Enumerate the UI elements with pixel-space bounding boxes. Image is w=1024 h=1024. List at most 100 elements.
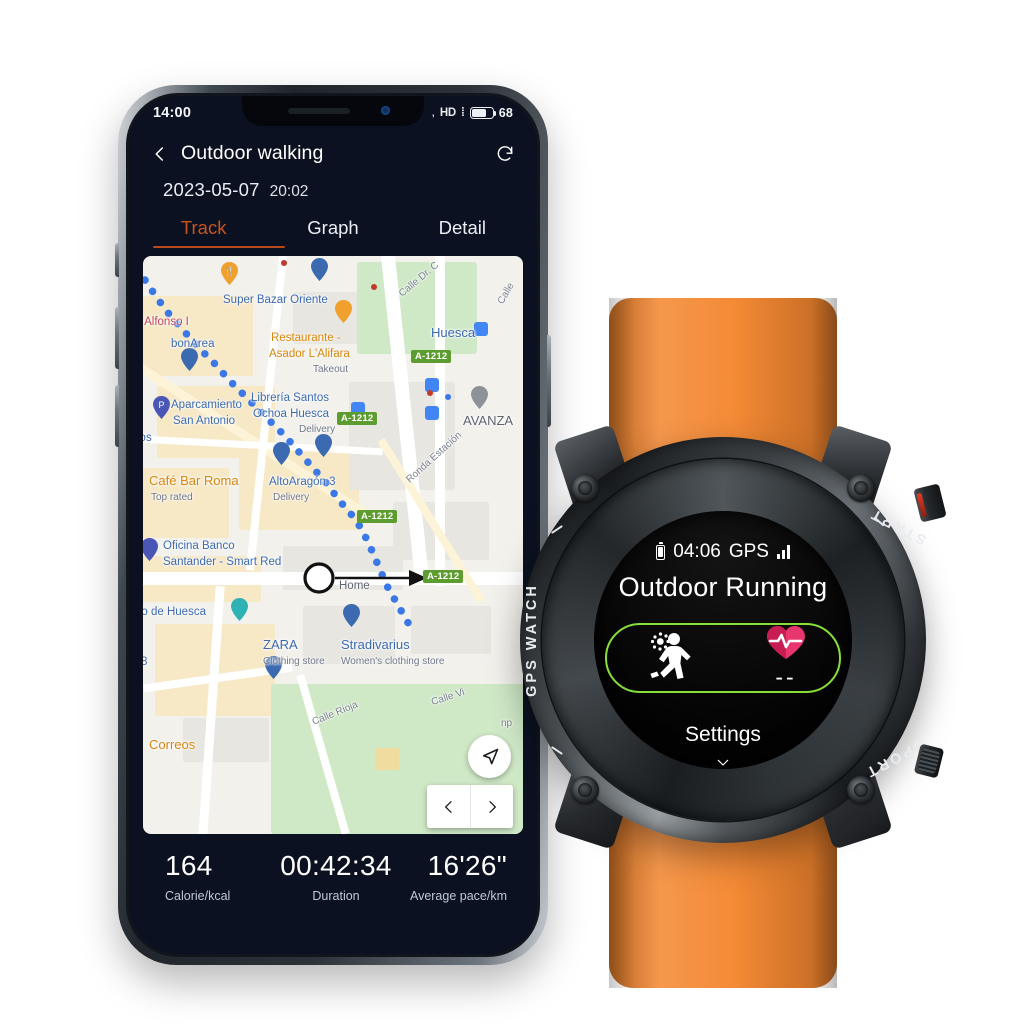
map-label: ZARA xyxy=(263,637,298,652)
watch-screen[interactable]: 04:06 GPS Outdoor Running -- Settings xyxy=(594,511,852,769)
map-road-shield: A-1212 xyxy=(423,570,464,583)
tab-graph[interactable]: Graph xyxy=(268,211,397,248)
map-label: Ochoa Huesca xyxy=(253,408,330,420)
signal-bars-icon: , xyxy=(431,107,435,119)
svg-text:🍴: 🍴 xyxy=(224,265,235,277)
tab-track[interactable]: Track xyxy=(139,211,268,248)
page-title: Outdoor walking xyxy=(181,142,324,164)
map-label: Café Bar Roma xyxy=(149,473,239,488)
map-label: no de Huesca xyxy=(143,606,206,618)
stat-duration: 00:42:34 Duration xyxy=(279,850,393,903)
session-date: 2023-05-07 xyxy=(163,179,260,200)
stat-value: 164 xyxy=(165,850,213,881)
status-time: 14:00 xyxy=(153,105,192,121)
map-pin-shop[interactable] xyxy=(343,604,360,627)
map-icon-train-station[interactable] xyxy=(474,322,488,336)
svg-text:P: P xyxy=(158,400,164,410)
phone-device: 14:00 , HD ⁞ 68 Outdoor walking 2023-05-… xyxy=(115,85,551,965)
tab-detail[interactable]: Detail xyxy=(398,211,527,248)
phone-volume-up-button[interactable] xyxy=(115,307,119,369)
bezel-label-gps-watch: GPS WATCH xyxy=(524,583,540,697)
watch-time: 04:06 xyxy=(673,541,721,562)
network-type-label: HD xyxy=(439,107,457,119)
metric-running[interactable] xyxy=(639,627,701,689)
case-screw xyxy=(571,474,599,502)
battery-icon xyxy=(656,544,666,560)
stat-label: Duration xyxy=(312,889,360,903)
map-label: Women's clothing store xyxy=(341,656,445,667)
stat-label: Calorie/kcal xyxy=(165,889,231,903)
map-label: Super Bazar Oriente xyxy=(223,294,328,306)
map-label: l Alfonso I xyxy=(143,316,189,328)
phone-mute-switch[interactable] xyxy=(115,243,119,277)
map-pin-store[interactable] xyxy=(181,348,198,371)
stat-label: Average pace/km xyxy=(409,889,507,903)
map-road-shield: A-1212 xyxy=(337,412,378,425)
heart-rate-value: -- xyxy=(775,664,797,690)
map-label: Aparcamiento xyxy=(171,399,242,411)
map-pin-shop[interactable] xyxy=(311,258,328,281)
map-label: Santander - Smart Red xyxy=(163,556,282,568)
map-pin-store[interactable] xyxy=(273,442,290,465)
bezel-tick xyxy=(551,525,563,534)
watch-bezel: GPS WATCH START SPORT 04:06 GPS Outdoor … xyxy=(524,459,929,821)
metric-heart-rate[interactable]: -- xyxy=(765,625,807,691)
map-canvas[interactable]: 🍴 P Super Bazar Oriente l Alfonso I bonA… xyxy=(143,256,523,834)
session-time: 20:02 xyxy=(269,183,309,200)
watch-activity-title: Outdoor Running xyxy=(618,572,828,602)
map-label: AltoAragón 3 xyxy=(269,476,336,488)
phone-bezel: 14:00 , HD ⁞ 68 Outdoor walking 2023-05-… xyxy=(126,93,540,957)
map-label: bonArea xyxy=(171,338,215,350)
summary-stats: 164 Calorie/kcal 00:42:34 Duration 16'26… xyxy=(129,834,537,903)
map-label: Top rated xyxy=(151,492,193,503)
map-pin-parking[interactable]: P xyxy=(153,396,170,419)
case-screw xyxy=(847,776,875,804)
route-map[interactable]: 🍴 P Super Bazar Oriente l Alfonso I bonA… xyxy=(143,256,523,834)
gps-label: GPS xyxy=(728,541,769,562)
chevron-left-icon[interactable] xyxy=(151,145,169,163)
map-label: Librería Santos xyxy=(251,392,329,404)
map-prev-button[interactable] xyxy=(427,785,470,828)
watch-metric-capsule[interactable]: -- xyxy=(605,623,841,693)
smartwatch-device: GPS WATCH START SPORT 04:06 GPS Outdoor … xyxy=(497,290,949,990)
bezel-tick xyxy=(551,746,563,755)
map-pin-shop[interactable] xyxy=(315,434,332,457)
session-datetime: 2023-05-07 20:02 xyxy=(129,169,537,201)
map-road-shield: A-1212 xyxy=(411,350,452,363)
app-navigation-bar: Outdoor walking xyxy=(129,130,537,169)
hd-voice-icon: ⁞ xyxy=(461,107,465,119)
tab-active-indicator xyxy=(153,245,285,248)
stat-value: 16'26" xyxy=(427,850,507,881)
watch-start-button[interactable] xyxy=(913,483,947,523)
map-label: Asador L'Alifara xyxy=(269,348,350,360)
current-position-marker xyxy=(303,562,427,594)
map-pin-bank[interactable] xyxy=(143,538,158,561)
map-pin-transit[interactable] xyxy=(471,386,488,409)
running-person-icon xyxy=(650,632,691,679)
battery-level-label: 68 xyxy=(498,106,513,120)
tab-bar: Track Graph Detail xyxy=(129,211,537,248)
map-label: Huesca xyxy=(431,325,476,340)
stat-value: 00:42:34 xyxy=(280,850,392,881)
refresh-icon[interactable] xyxy=(495,144,515,164)
chevron-down-icon[interactable] xyxy=(710,755,736,769)
phone-volume-down-button[interactable] xyxy=(115,385,119,447)
map-icon-bus-stop[interactable] xyxy=(425,406,439,420)
case-screw xyxy=(847,474,875,502)
map-pin-park[interactable] xyxy=(231,598,248,621)
map-label: Stradivarius xyxy=(341,637,410,652)
map-road-shield: A-1212 xyxy=(357,510,398,523)
map-label: Correos xyxy=(149,737,196,752)
map-pin-food[interactable]: 🍴 xyxy=(221,262,238,285)
map-label: Restaurante - xyxy=(271,332,341,344)
heart-rate-icon xyxy=(767,626,805,659)
phone-screen: 14:00 , HD ⁞ 68 Outdoor walking 2023-05-… xyxy=(129,96,537,954)
map-label: Delivery xyxy=(299,424,336,435)
watch-settings-label[interactable]: Settings xyxy=(685,723,761,747)
screenshot-canvas: 14:00 , HD ⁞ 68 Outdoor walking 2023-05-… xyxy=(0,0,1024,1024)
map-label: San Antonio xyxy=(173,415,236,427)
map-label: Home xyxy=(339,580,370,592)
watch-status-bar: 04:06 GPS xyxy=(656,541,790,563)
map-pin-food[interactable] xyxy=(335,300,352,323)
case-screw xyxy=(571,776,599,804)
